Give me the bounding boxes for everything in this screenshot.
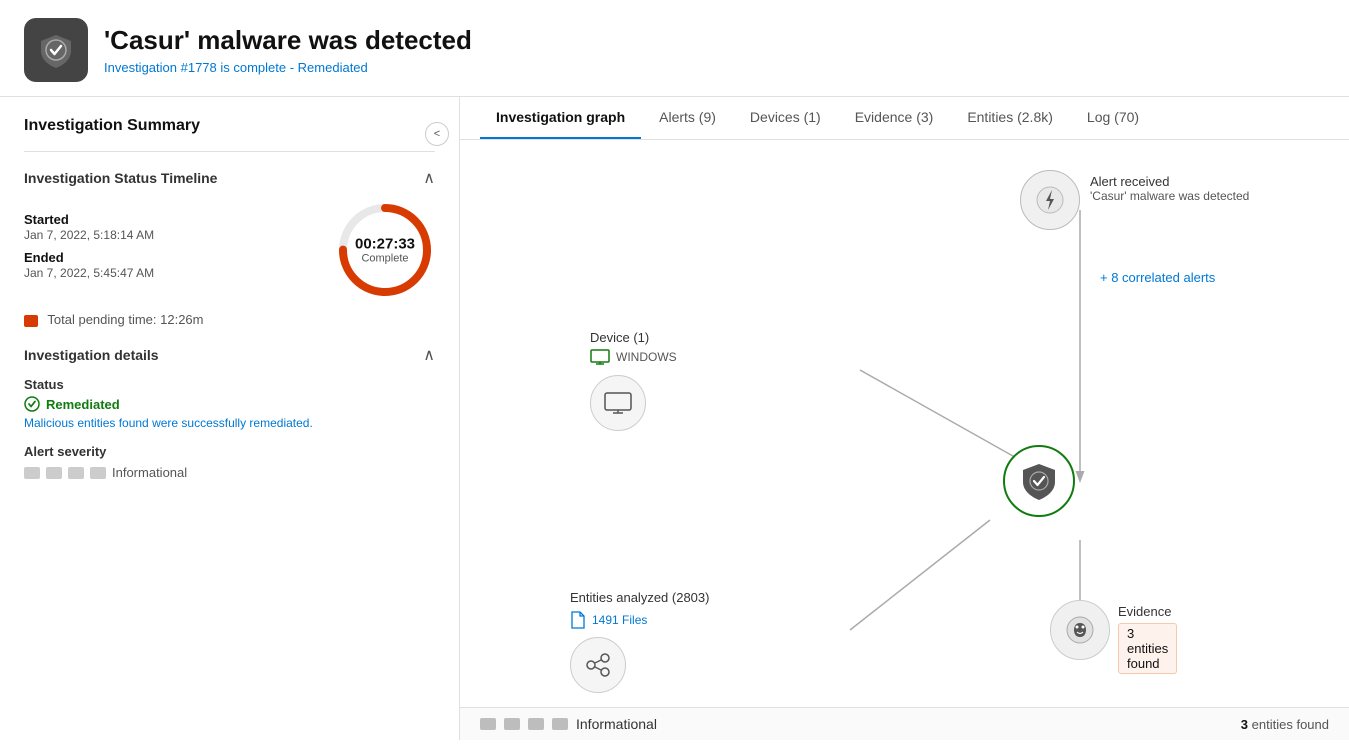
severity-badge-1 xyxy=(24,467,40,479)
severity-badge-3 xyxy=(68,467,84,479)
sidebar-title: Investigation Summary xyxy=(24,117,200,135)
monitor-icon xyxy=(604,392,632,414)
device-circle-node[interactable] xyxy=(590,375,646,431)
main-layout: Investigation Summary < Investigation St… xyxy=(0,97,1349,740)
ended-row: Ended Jan 7, 2022, 5:45:47 AM xyxy=(24,250,315,280)
donut-center: 00:27:33 Complete xyxy=(355,236,415,265)
severity-badge-2 xyxy=(46,467,62,479)
ended-value: Jan 7, 2022, 5:45:47 AM xyxy=(24,266,315,280)
ended-label: Ended xyxy=(24,250,315,265)
bottom-sev-bar-1 xyxy=(480,718,496,730)
bottom-severity: Informational xyxy=(480,716,657,732)
page-title: 'Casur' malware was detected xyxy=(104,25,472,56)
status-value: Remediated xyxy=(24,396,435,412)
tabs-bar: Investigation graph Alerts (9) Devices (… xyxy=(460,97,1349,140)
bottom-entities: 3 entities found xyxy=(1241,717,1329,732)
evidence-label-wrapper: Evidence 3 entities found xyxy=(1118,604,1177,674)
page-header: 'Casur' malware was detected Investigati… xyxy=(0,0,1349,97)
file-icon xyxy=(570,611,586,629)
bug-icon xyxy=(1065,615,1095,645)
device-sublabel: WINDOWS xyxy=(616,350,677,364)
details-section: Investigation details ∧ Status Remediate… xyxy=(24,345,435,480)
alert-node[interactable] xyxy=(1020,170,1080,230)
alert-node-wrapper: Alert received 'Casur' malware was detec… xyxy=(1020,170,1080,230)
bottom-severity-label: Informational xyxy=(576,716,657,732)
alert-severity-label: Alert severity xyxy=(24,444,435,459)
details-section-title: Investigation details xyxy=(24,347,159,363)
evidence-node-label: Evidence xyxy=(1118,604,1177,619)
started-label: Started xyxy=(24,212,315,227)
entities-circle-node[interactable] xyxy=(570,637,626,693)
entities-count: 3 xyxy=(1241,717,1248,732)
alert-node-label: Alert received 'Casur' malware was detec… xyxy=(1090,174,1249,203)
sidebar: Investigation Summary < Investigation St… xyxy=(0,97,460,740)
evidence-circle-node[interactable] xyxy=(1050,600,1110,660)
timeline-section: Investigation Status Timeline ∧ Started … xyxy=(24,168,435,327)
started-value: Jan 7, 2022, 5:18:14 AM xyxy=(24,228,315,242)
correlated-alerts-link[interactable]: + 8 correlated alerts xyxy=(1100,270,1215,285)
alert-lightning-icon xyxy=(1036,186,1064,214)
pending-bar-icon xyxy=(24,315,38,327)
entities-found-label: entities found xyxy=(1252,717,1329,732)
evidence-count-badge: 3 entities found xyxy=(1118,623,1177,674)
center-investigation-node[interactable] xyxy=(1003,445,1075,517)
device-node-wrapper: Device (1) WINDOWS xyxy=(590,330,677,431)
status-description: Malicious entities found were successful… xyxy=(24,416,435,430)
started-row: Started Jan 7, 2022, 5:18:14 AM xyxy=(24,212,315,242)
header-icon xyxy=(24,18,88,82)
pending-time-text: Total pending time: 12:26m xyxy=(47,312,203,327)
duration-status: Complete xyxy=(355,253,415,265)
investigation-graph-area: Alert received 'Casur' malware was detec… xyxy=(460,140,1349,740)
entities-sub-row: 1491 Files xyxy=(570,611,709,629)
entities-link-icon xyxy=(584,651,612,679)
severity-badge-4 xyxy=(90,467,106,479)
bottom-sev-bar-4 xyxy=(552,718,568,730)
tab-devices[interactable]: Devices (1) xyxy=(734,97,837,139)
entities-node-label: Entities analyzed (2803) xyxy=(570,590,709,605)
bottom-bar: Informational 3 entities found xyxy=(460,707,1349,740)
entities-node-wrapper: Entities analyzed (2803) 1491 Files xyxy=(570,590,709,693)
details-section-header: Investigation details ∧ xyxy=(24,345,435,365)
center-shield-icon xyxy=(1020,462,1058,500)
tab-entities[interactable]: Entities (2.8k) xyxy=(951,97,1069,139)
duration-donut: 00:27:33 Complete xyxy=(335,200,435,300)
device-node-label: Device (1) xyxy=(590,330,677,345)
tab-alerts[interactable]: Alerts (9) xyxy=(643,97,732,139)
bottom-sev-bar-3 xyxy=(528,718,544,730)
investigation-subtitle: Investigation #1778 is complete - Remedi… xyxy=(104,60,472,75)
severity-badges: Informational xyxy=(24,465,435,480)
timeline-section-title: Investigation Status Timeline xyxy=(24,170,217,186)
tab-evidence[interactable]: Evidence (3) xyxy=(839,97,950,139)
files-count-label: 1491 Files xyxy=(592,613,647,627)
bottom-sev-bar-2 xyxy=(504,718,520,730)
remediated-icon xyxy=(24,396,40,412)
windows-device-icon xyxy=(590,349,610,365)
tab-investigation-graph[interactable]: Investigation graph xyxy=(480,97,641,139)
timer-section: Started Jan 7, 2022, 5:18:14 AM Ended Ja… xyxy=(24,200,435,300)
severity-text: Informational xyxy=(112,465,187,480)
timeline-section-header: Investigation Status Timeline ∧ xyxy=(24,168,435,188)
sidebar-collapse-button[interactable]: < xyxy=(425,122,449,146)
status-label: Status xyxy=(24,377,435,392)
header-text: 'Casur' malware was detected Investigati… xyxy=(104,25,472,75)
device-sub-row: WINDOWS xyxy=(590,349,677,365)
start-end-times: Started Jan 7, 2022, 5:18:14 AM Ended Ja… xyxy=(24,212,315,288)
pending-time: Total pending time: 12:26m xyxy=(24,312,435,327)
sidebar-header: Investigation Summary < xyxy=(24,117,435,152)
details-toggle-button[interactable]: ∧ xyxy=(423,345,435,365)
status-text: Remediated xyxy=(46,397,120,412)
duration-time: 00:27:33 xyxy=(355,236,415,253)
timeline-toggle-button[interactable]: ∧ xyxy=(423,168,435,188)
right-panel: Investigation graph Alerts (9) Devices (… xyxy=(460,97,1349,740)
tab-log[interactable]: Log (70) xyxy=(1071,97,1155,139)
